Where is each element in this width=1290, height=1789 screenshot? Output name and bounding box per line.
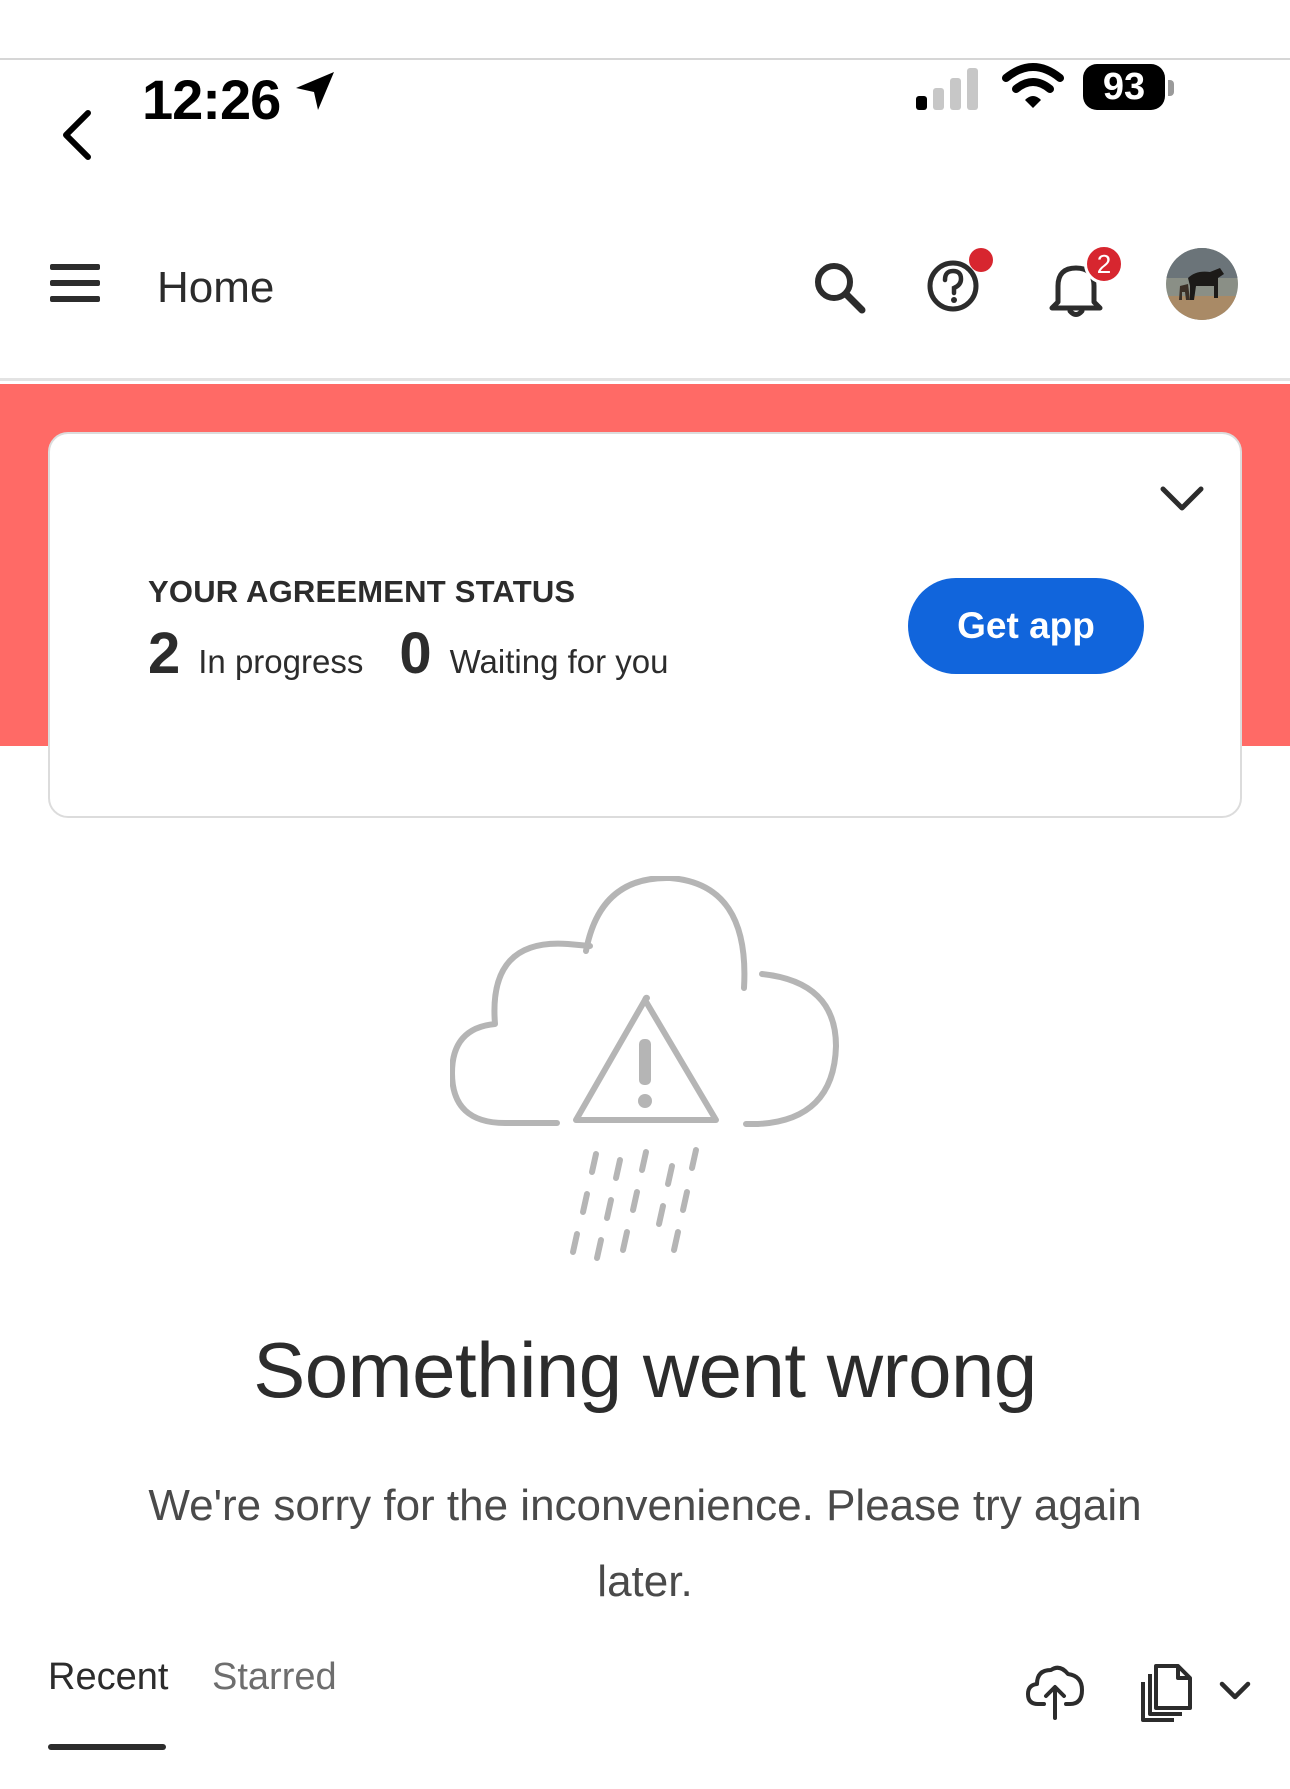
get-app-button[interactable]: Get app xyxy=(908,578,1144,674)
location-arrow-icon xyxy=(296,72,334,110)
chevron-down-icon xyxy=(1160,486,1204,511)
agreement-status-card: YOUR AGREEMENT STATUS 2 In progress 0 Wa… xyxy=(48,432,1242,818)
page-title: Home xyxy=(157,263,275,312)
hamburger-menu-icon xyxy=(50,264,100,270)
status-time: 12:26 xyxy=(142,68,281,131)
hamburger-menu-button[interactable] xyxy=(50,264,100,314)
app-header: Home 2 xyxy=(0,222,1290,378)
agreement-status-heading: YOUR AGREEMENT STATUS xyxy=(148,574,576,609)
battery-indicator: 93 xyxy=(1083,64,1165,110)
in-progress-label[interactable]: In progress xyxy=(198,643,363,681)
waiting-count[interactable]: 0 xyxy=(399,620,431,687)
collapse-card-button[interactable] xyxy=(1154,474,1210,524)
cellular-signal-icon xyxy=(916,68,978,110)
chevron-down-icon[interactable] xyxy=(1218,1680,1252,1702)
hamburger-line xyxy=(50,280,100,286)
error-message: We're sorry for the inconvenience. Pleas… xyxy=(148,1481,1142,1606)
tab-recent[interactable]: Recent xyxy=(48,1656,168,1699)
help-notification-dot xyxy=(969,248,993,272)
waiting-label[interactable]: Waiting for you xyxy=(450,643,669,681)
documents-icon[interactable] xyxy=(1138,1662,1194,1722)
cloud-upload-icon[interactable] xyxy=(1026,1660,1086,1720)
chevron-left-icon xyxy=(63,110,91,160)
hamburger-line xyxy=(50,296,100,302)
cloud-warning-rain-icon xyxy=(450,876,839,1261)
status-bar: 12:26 93 xyxy=(0,60,1290,180)
battery-nub xyxy=(1168,80,1174,96)
in-progress-count[interactable]: 2 xyxy=(148,620,180,687)
avatar-photo xyxy=(1166,248,1238,320)
app-screen: 12:26 93 Home 2 YOUR AGREEMENT STATUS 2 … xyxy=(0,0,1290,1789)
tab-starred[interactable]: Starred xyxy=(212,1656,337,1699)
wifi-icon xyxy=(1002,63,1064,108)
search-icon[interactable] xyxy=(812,260,868,316)
agreement-counts: 2 In progress 0 Waiting for you xyxy=(148,620,669,690)
back-button[interactable] xyxy=(48,90,108,180)
avatar[interactable] xyxy=(1166,248,1238,320)
document-tabs: Recent Starred xyxy=(0,1640,1290,1780)
error-title: Something went wrong xyxy=(253,1326,1037,1414)
active-tab-indicator xyxy=(48,1744,166,1750)
header-divider xyxy=(0,378,1290,381)
notification-badge: 2 xyxy=(1084,244,1124,284)
